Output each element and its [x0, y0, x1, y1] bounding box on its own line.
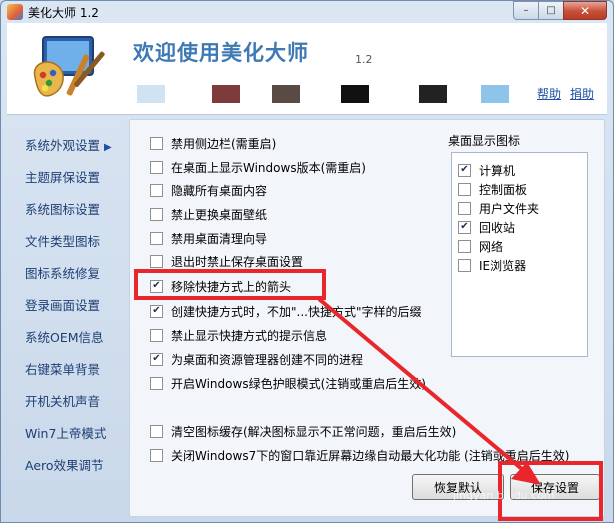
list-item-label: 用户文件夹: [479, 201, 540, 216]
checkbox[interactable]: [150, 136, 163, 150]
nav-item-theme[interactable]: 主题屏保设置: [25, 167, 100, 186]
header-banner: 欢迎使用美化大师 1.2 帮助 捐助: [7, 23, 607, 115]
chevron-right-icon: ▶: [104, 142, 112, 153]
close-button[interactable]: ✕: [563, 1, 607, 20]
option-label: 开启Windows绿色护眼模式(注销或重启后生效): [171, 376, 426, 391]
desktop-icons-list: ✔ 计算机 控制面板 用户文件夹 ✔ 回收站 网络 IE浏览器: [451, 152, 588, 357]
nav-item-file-icons[interactable]: 文件类型图标: [25, 231, 100, 250]
option-row[interactable]: 禁用侧边栏(需重启): [150, 135, 276, 151]
option-label: 禁止更换桌面壁纸: [171, 207, 268, 222]
checkbox[interactable]: [458, 201, 471, 215]
checkbox[interactable]: ✔: [150, 304, 163, 318]
option-row[interactable]: 禁用桌面清理向导: [150, 230, 267, 246]
list-item[interactable]: 控制面板: [458, 181, 527, 197]
option-row[interactable]: 隐藏所有桌面内容: [150, 182, 267, 198]
blurred-block: [481, 85, 509, 103]
checkbox[interactable]: ✔: [458, 220, 471, 234]
checkbox[interactable]: [150, 207, 163, 221]
nav-item-appearance[interactable]: 系统外观设置 ▶: [25, 135, 112, 154]
list-item-label: 控制面板: [479, 182, 528, 197]
nav-item-icon-repair[interactable]: 图标系统修复: [25, 263, 100, 282]
option-row[interactable]: 开启Windows绿色护眼模式(注销或重启后生效): [150, 375, 426, 391]
minimize-button[interactable]: –: [513, 1, 539, 20]
header-title: 欢迎使用美化大师: [133, 41, 309, 65]
header-version: 1.2: [355, 53, 373, 66]
blurred-block: [212, 85, 240, 103]
nav-item-aero[interactable]: Aero效果调节: [25, 455, 104, 474]
app-icon: [7, 4, 23, 20]
nav-item-label: 系统外观设置: [25, 138, 101, 153]
option-label: 禁用侧边栏(需重启): [171, 136, 277, 151]
option-row[interactable]: 清空图标缓存(解决图标显示不正常问题，重启后生效): [150, 423, 456, 439]
window-title: 美化大师 1.2: [28, 6, 99, 20]
checkbox[interactable]: [458, 239, 471, 253]
list-item-label: 计算机: [479, 163, 516, 178]
palette-monitor-icon: [33, 36, 105, 97]
nav-item-login-screen[interactable]: 登录画面设置: [25, 295, 100, 314]
checkbox[interactable]: [150, 328, 163, 342]
help-link[interactable]: 帮助: [537, 85, 561, 102]
checkbox[interactable]: [150, 376, 163, 390]
nav-item-system-icons[interactable]: 系统图标设置: [25, 199, 100, 218]
title-bar[interactable]: 美化大师 1.2 – □ ✕: [1, 1, 613, 23]
blurred-block: [137, 85, 165, 103]
option-label: 在桌面上显示Windows版本(需重启): [171, 160, 366, 175]
list-item[interactable]: ✔ 计算机: [458, 162, 515, 178]
checkbox[interactable]: [150, 183, 163, 197]
donate-link[interactable]: 捐助: [570, 85, 594, 102]
checkbox[interactable]: ✔: [458, 163, 471, 177]
option-row[interactable]: 禁止更换桌面壁纸: [150, 206, 267, 222]
option-row[interactable]: 退出时禁止保存桌面设置: [150, 253, 303, 269]
option-label: 退出时禁止保存桌面设置: [171, 254, 304, 269]
checkbox[interactable]: [458, 182, 471, 196]
list-item-label: IE浏览器: [479, 258, 527, 273]
checkbox[interactable]: [458, 258, 471, 272]
blurred-block: [272, 85, 300, 103]
blurred-block: [341, 85, 369, 103]
option-label: 清空图标缓存(解决图标显示不正常问题，重启后生效): [171, 424, 457, 439]
list-item[interactable]: 用户文件夹: [458, 200, 539, 216]
list-item-label: 回收站: [479, 220, 516, 235]
checkbox[interactable]: [150, 231, 163, 245]
options-panel: 禁用侧边栏(需重启) 在桌面上显示Windows版本(需重启) 隐藏所有桌面内容…: [129, 119, 605, 517]
option-label: 创建快捷方式时，不加"...快捷方式"字样的后缀: [171, 304, 422, 319]
option-row[interactable]: 禁止显示快捷方式的提示信息: [150, 327, 327, 343]
option-label: 禁用桌面清理向导: [171, 231, 268, 246]
option-label: 隐藏所有桌面内容: [171, 183, 268, 198]
watermark: jingyan.baidu.com: [453, 489, 555, 502]
desktop-icons-title: 桌面显示图标: [448, 134, 521, 148]
app-window: 美化大师 1.2 – □ ✕ 欢迎使用美化大师 1.2 帮助 捐助 系统外观设置…: [0, 0, 614, 523]
checkbox[interactable]: [150, 448, 163, 462]
checkbox[interactable]: ✔: [150, 352, 163, 366]
list-item[interactable]: 网络: [458, 238, 503, 254]
maximize-button[interactable]: □: [538, 1, 564, 20]
list-item-label: 网络: [479, 239, 504, 254]
option-label: 禁止显示快捷方式的提示信息: [171, 328, 328, 343]
option-row[interactable]: ✔ 创建快捷方式时，不加"...快捷方式"字样的后缀: [150, 303, 421, 319]
list-item[interactable]: ✔ 回收站: [458, 219, 515, 235]
nav-item-oem-info[interactable]: 系统OEM信息: [25, 327, 104, 346]
option-row[interactable]: 在桌面上显示Windows版本(需重启): [150, 159, 366, 175]
nav-item-sounds[interactable]: 开机关机声音: [25, 391, 100, 410]
option-label: 为桌面和资源管理器创建不同的进程: [171, 352, 364, 367]
checkbox[interactable]: [150, 160, 163, 174]
checkbox[interactable]: [150, 424, 163, 438]
nav-item-context-menu[interactable]: 右键菜单背景: [25, 359, 100, 378]
option-row[interactable]: ✔ 为桌面和资源管理器创建不同的进程: [150, 351, 363, 367]
nav-item-god-mode[interactable]: Win7上帝模式: [25, 423, 106, 442]
highlight-box: [134, 269, 326, 300]
checkbox[interactable]: [150, 254, 163, 268]
list-item[interactable]: IE浏览器: [458, 257, 526, 273]
blurred-block: [419, 85, 447, 103]
window-controls: – □ ✕: [513, 1, 607, 20]
